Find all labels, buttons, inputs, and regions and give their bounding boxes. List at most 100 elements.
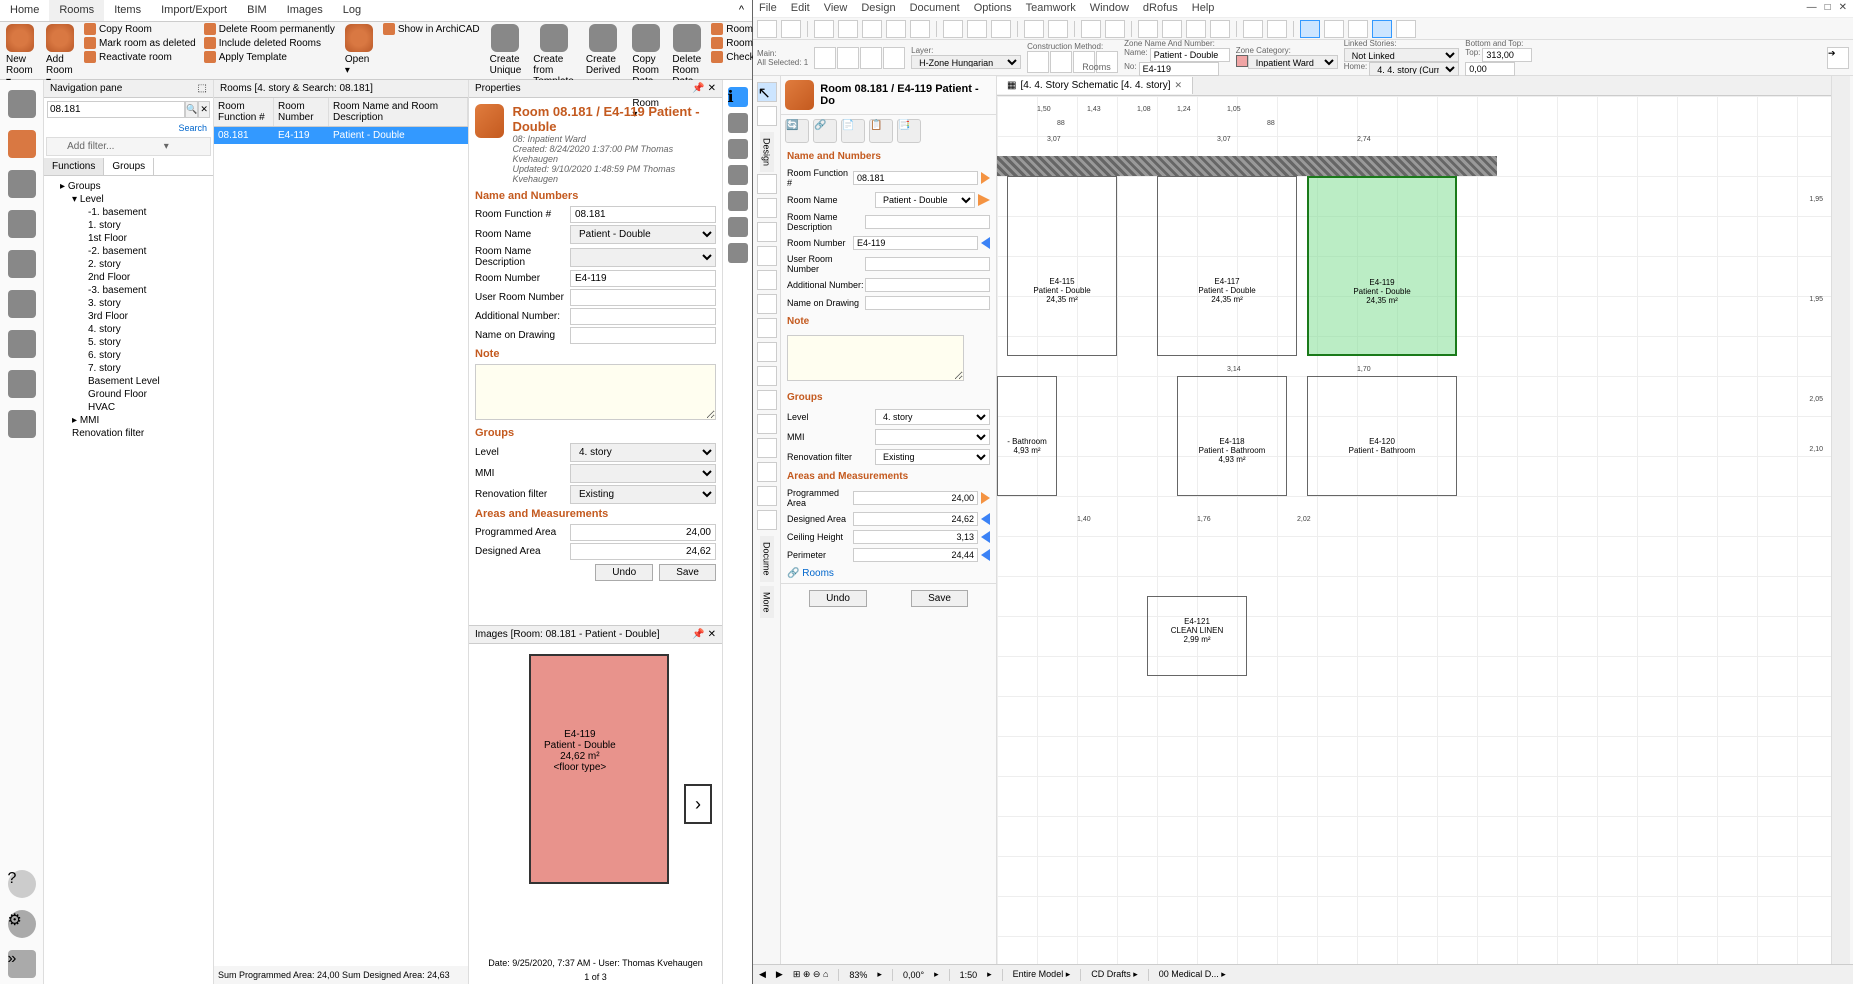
push-left-icon[interactable] <box>981 513 990 525</box>
show-archicad-button[interactable]: Show in ArchiCAD <box>379 22 484 36</box>
nav-back-button[interactable]: ◀ <box>759 969 766 980</box>
menu-drofus[interactable]: dRofus <box>1143 2 1178 15</box>
name-drawing-input[interactable] <box>570 327 716 344</box>
wall-button[interactable] <box>862 20 882 38</box>
push-right-icon[interactable] <box>978 194 990 206</box>
trim-button[interactable] <box>886 20 906 38</box>
pal-func-input[interactable] <box>853 171 978 185</box>
sidebar-logistics-icon[interactable] <box>8 290 36 318</box>
menu-teamwork[interactable]: Teamwork <box>1026 2 1076 15</box>
close-icon[interactable]: ✕ <box>708 629 716 640</box>
info-icon[interactable]: ℹ <box>728 87 748 107</box>
image-icon[interactable] <box>728 217 748 237</box>
new-room-button[interactable]: New Room ▾ <box>0 22 40 89</box>
floorplan-viewport[interactable]: 1,50 1,43 1,08 1,24 1,05 88 88 3,07 3,07… <box>997 96 1831 964</box>
zoom-value[interactable]: 83% <box>849 970 867 980</box>
sidetab-more[interactable]: More <box>760 586 774 619</box>
pal-des-input[interactable] <box>853 512 978 526</box>
pal-save-button[interactable]: Save <box>911 590 968 607</box>
room-e4115[interactable]: E4-115Patient - Double24,35 m² <box>1007 176 1117 356</box>
tab-images[interactable]: Images <box>277 0 333 21</box>
tab-close-icon[interactable]: ✕ <box>1175 80 1183 91</box>
sidebar-home-icon[interactable] <box>8 90 36 118</box>
room-e4121[interactable]: E4-121CLEAN LINEN2,99 m² <box>1147 596 1247 676</box>
edit-button[interactable] <box>838 20 858 38</box>
tree-item[interactable]: Basement Level <box>48 375 209 388</box>
pin-icon[interactable]: 📌 <box>692 629 704 640</box>
sync-icon[interactable]: 🔄 <box>785 119 809 143</box>
link-icon[interactable]: 🔗 <box>813 119 837 143</box>
pal-ceil-input[interactable] <box>853 530 978 544</box>
tab-items[interactable]: Items <box>104 0 151 21</box>
push-left-icon[interactable] <box>981 237 990 249</box>
pal-prog-input[interactable] <box>853 491 978 505</box>
tree-item[interactable]: 1st Floor <box>48 232 209 245</box>
renov-show-button[interactable] <box>1372 20 1392 38</box>
tree-item[interactable]: 5. story <box>48 336 209 349</box>
mesh-tool[interactable] <box>757 510 777 530</box>
tree-item[interactable]: 2. story <box>48 258 209 271</box>
nav-fwd-button[interactable]: ▶ <box>776 969 783 980</box>
more-icon[interactable] <box>728 243 748 263</box>
push-right-icon[interactable] <box>981 492 990 504</box>
pal-drawing-input[interactable] <box>865 296 990 310</box>
room-e4118[interactable]: E4-118Patient - Bathroom4,93 m² <box>1177 376 1287 496</box>
search-clear-button[interactable]: ✕ <box>198 101 210 118</box>
room-number-input[interactable] <box>570 270 716 287</box>
pin-icon[interactable]: 📌 <box>692 83 704 94</box>
open-drofus-icon[interactable]: 📄 <box>841 119 865 143</box>
trace-button[interactable] <box>1243 20 1263 38</box>
clipboard-icon[interactable]: 📑 <box>897 119 921 143</box>
tree-renovation[interactable]: Renovation filter <box>48 427 209 440</box>
undo-button[interactable] <box>757 20 777 38</box>
des-area-input[interactable] <box>570 543 716 560</box>
mmi-select[interactable] <box>570 464 716 483</box>
stair-tool[interactable] <box>757 318 777 338</box>
delete-room-data-button[interactable]: Delete Room Data <box>666 22 707 89</box>
expand-icon[interactable]: » <box>8 950 36 978</box>
push-left-icon[interactable] <box>981 531 990 543</box>
ref-button[interactable] <box>1267 20 1287 38</box>
pal-undo-button[interactable]: Undo <box>809 590 867 607</box>
sidebar-docs-icon[interactable] <box>8 210 36 238</box>
ruler-button[interactable] <box>1081 20 1101 38</box>
renov-filter-button[interactable] <box>1396 20 1416 38</box>
prog-area-input[interactable] <box>570 524 716 541</box>
slab-tool[interactable] <box>757 294 777 314</box>
next-image-button[interactable]: › <box>684 784 712 824</box>
list-row[interactable]: 08.181 E4-119 Patient - Double <box>214 127 468 144</box>
menu-view[interactable]: View <box>824 2 848 15</box>
settings-icon[interactable]: ⚙ <box>8 910 36 938</box>
renov-demo-button[interactable] <box>1348 20 1368 38</box>
model-filter[interactable]: Entire Model ▸ <box>1013 969 1071 980</box>
mark-deleted-button[interactable]: Mark room as deleted <box>80 36 200 50</box>
level-select[interactable]: 4. story <box>570 443 716 462</box>
add-filter-button[interactable]: Add filter...▾ <box>46 137 211 156</box>
create-from-template-button[interactable]: Create from Template <box>527 22 580 89</box>
room-bathroom1[interactable]: - Bathroom4,93 m² <box>997 376 1057 496</box>
items-icon[interactable]: 📋 <box>869 119 893 143</box>
nav-buttons[interactable]: ⊞ ⊕ ⊖ ⌂ <box>793 969 829 980</box>
scale-value[interactable]: 1:50 <box>960 970 978 980</box>
beam-tool[interactable] <box>757 270 777 290</box>
zone-tool[interactable] <box>757 486 777 506</box>
tree-item[interactable]: -1. basement <box>48 206 209 219</box>
room-func-input[interactable] <box>570 206 716 223</box>
menu-design[interactable]: Design <box>861 2 895 15</box>
pal-renov-select[interactable]: Existing <box>875 449 990 465</box>
menu-edit[interactable]: Edit <box>791 2 810 15</box>
tree-item[interactable]: 7. story <box>48 362 209 375</box>
clipboard-icon[interactable] <box>728 113 748 133</box>
user-room-input[interactable] <box>570 289 716 306</box>
morph-tool[interactable] <box>757 438 777 458</box>
tab-import-export[interactable]: Import/Export <box>151 0 237 21</box>
tree-level[interactable]: ▾ Level <box>48 193 209 206</box>
top-input[interactable] <box>1482 48 1532 62</box>
menu-file[interactable]: File <box>759 2 777 15</box>
curtain-tool[interactable] <box>757 414 777 434</box>
col-room-name[interactable]: Room Name and Room Description <box>329 98 468 126</box>
note-textarea[interactable] <box>475 364 716 420</box>
undo-button[interactable]: Undo <box>595 564 653 581</box>
zone-name-input[interactable] <box>1150 48 1230 62</box>
sidebar-rooms-icon[interactable] <box>8 130 36 158</box>
